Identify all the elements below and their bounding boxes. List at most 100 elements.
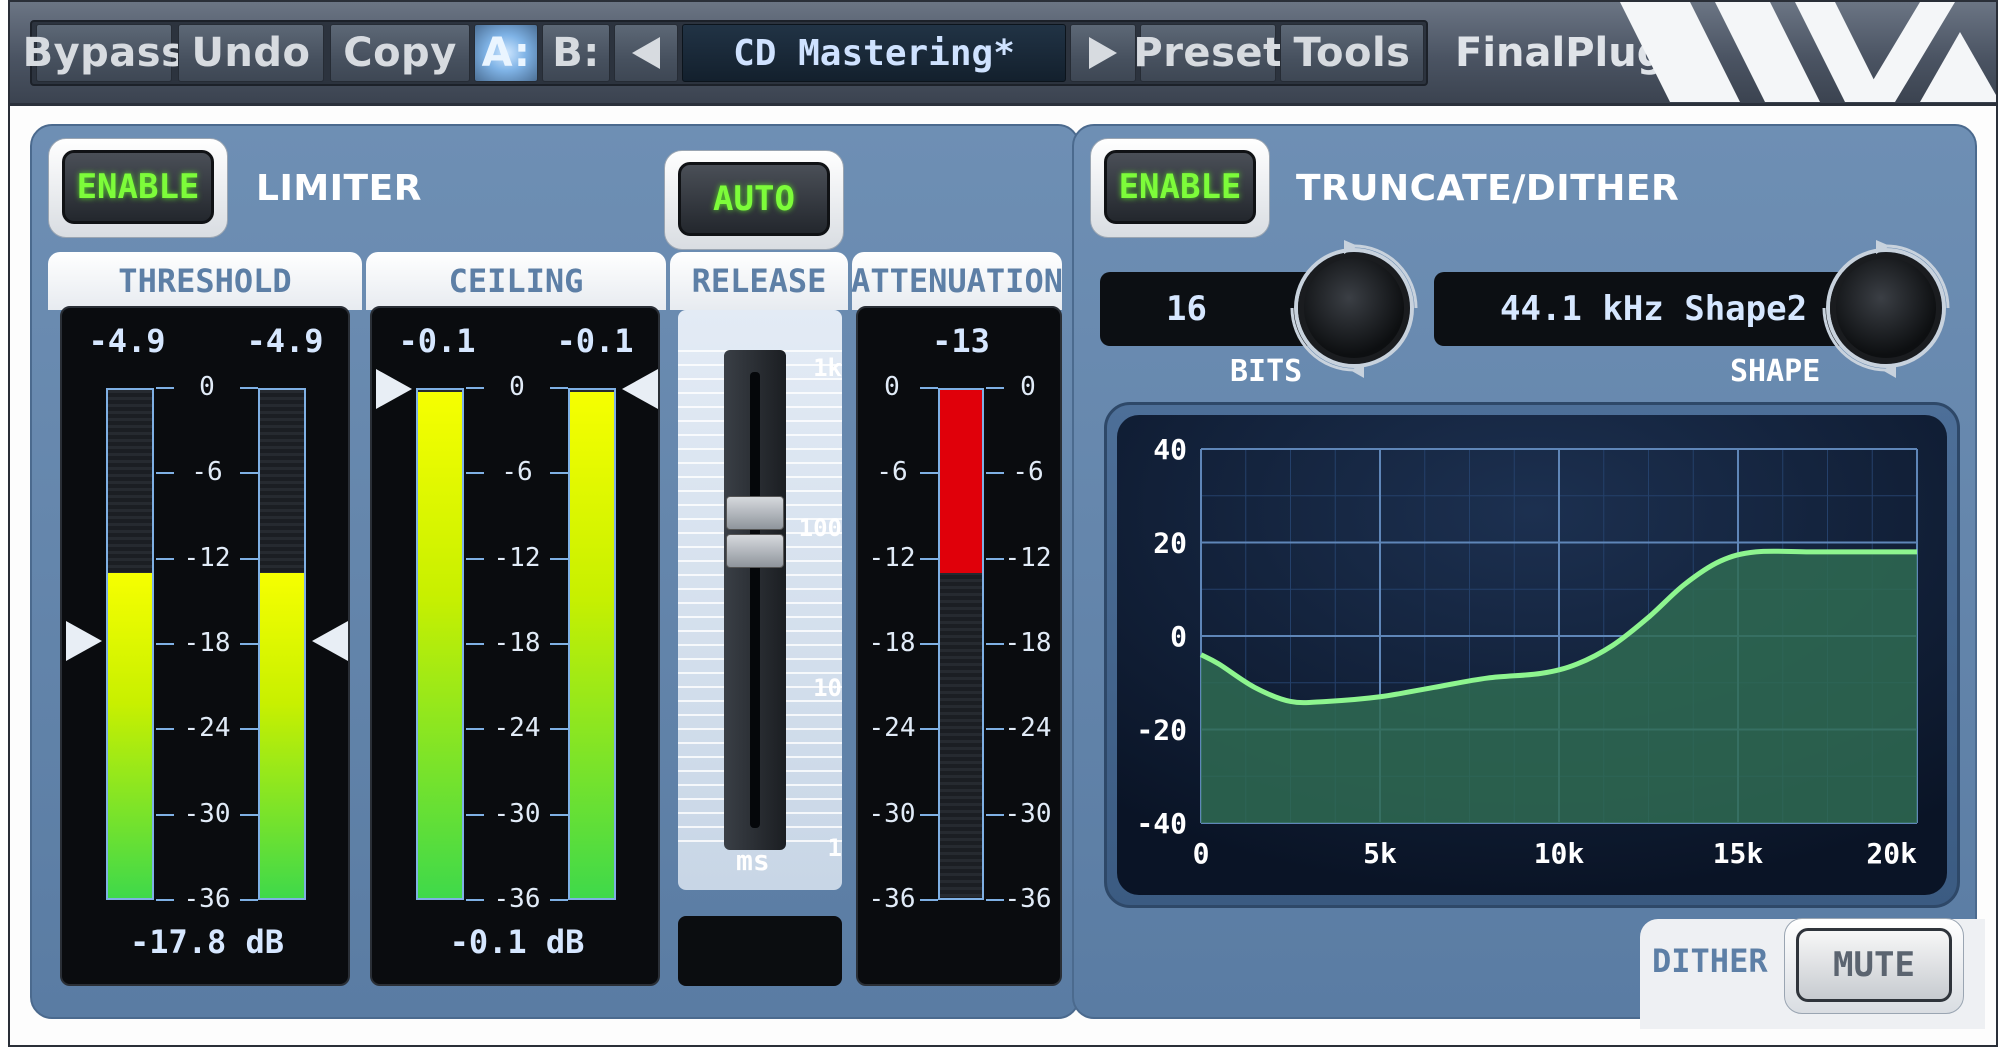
- scale-tick: [466, 728, 484, 731]
- bar-level: [418, 391, 462, 898]
- copy-button[interactable]: Copy: [330, 24, 470, 82]
- scale-tick: [550, 813, 568, 816]
- scale-tick: [920, 557, 938, 560]
- arrow-left-icon: [632, 37, 660, 69]
- scale-tick: [466, 813, 484, 816]
- scale-tick: [920, 813, 938, 816]
- release-handle[interactable]: [726, 496, 784, 570]
- preset-name-display[interactable]: CD Mastering*: [682, 24, 1066, 82]
- release-slider[interactable]: 1k 100 10 1 ms: [678, 310, 842, 890]
- scale-label: 0: [199, 372, 215, 402]
- y-tick-label: 20: [1153, 527, 1187, 560]
- scale-tick: [550, 899, 568, 901]
- release-unit: ms: [736, 844, 770, 877]
- scale-tick: [466, 643, 484, 645]
- release-scale-label: 100: [798, 514, 842, 542]
- bar-level: [108, 572, 152, 898]
- scale-tick: [156, 472, 174, 475]
- shape-label: SHAPE: [1730, 354, 1821, 389]
- auto-release-button[interactable]: AUTO: [678, 162, 830, 236]
- plugin-window: Bypass Undo Copy A: B: CD Mastering* Pre…: [8, 0, 1998, 1047]
- ceiling-marker-left-icon[interactable]: [374, 367, 414, 411]
- ab-b-button[interactable]: B:: [542, 24, 610, 82]
- attenuation-meter: -13 0 -6 -12 -18 -24 -30 -36 0 -6 -12 -18 -24 -30 -36: [856, 306, 1062, 986]
- release-scale-label: 10: [813, 674, 842, 702]
- scale-label: -18: [493, 628, 541, 658]
- scale-tick: [986, 643, 1004, 645]
- threshold-marker-right-icon[interactable]: [310, 619, 350, 663]
- scale-tick: [920, 899, 938, 901]
- scale-tick: [240, 387, 258, 389]
- scale-tick: [920, 472, 938, 475]
- scale-tick: [986, 728, 1004, 731]
- release-slot: [724, 350, 786, 850]
- scale-label: -36: [493, 884, 541, 914]
- y-tick-label: 40: [1153, 433, 1187, 466]
- scale-label: -30: [183, 798, 231, 829]
- release-value-display: [678, 916, 842, 986]
- x-tick-label: 0: [1193, 837, 1210, 870]
- ceiling-marker-right-icon[interactable]: [620, 367, 660, 411]
- scale-tick: [550, 728, 568, 731]
- scale-tick: [986, 557, 1004, 560]
- shape-display: 44.1 kHz Shape2: [1434, 272, 1874, 346]
- scale-tick: [920, 728, 938, 731]
- threshold-left-bar: [106, 388, 154, 900]
- scale-tick: [466, 387, 484, 389]
- threshold-marker-left-icon[interactable]: [64, 619, 104, 663]
- ceiling-right-readout: -0.1: [556, 322, 634, 360]
- dither-enable-button[interactable]: ENABLE: [1104, 150, 1256, 224]
- scale-label: -12: [183, 542, 231, 573]
- scale-tick: [550, 557, 568, 560]
- dither-mute-button[interactable]: MUTE: [1796, 928, 1952, 1002]
- scale-label: -6: [501, 457, 533, 488]
- ab-a-button[interactable]: A:: [474, 24, 538, 82]
- bar-level: [570, 391, 614, 898]
- bar-empty: [108, 390, 152, 573]
- scale-tick: [550, 387, 568, 389]
- handle-bottom: [726, 534, 784, 569]
- limiter-enable-button[interactable]: ENABLE: [62, 150, 214, 224]
- bits-label: BITS: [1230, 354, 1303, 389]
- scale-label: -18: [183, 628, 231, 658]
- shape-rotate-icon: [1822, 240, 1950, 378]
- scale-tick: [466, 899, 484, 901]
- threshold-meter[interactable]: -4.9 -4.9 -17.8 dB 0 -6 -12 -18 -24 -30 -36: [60, 306, 350, 986]
- preset-button[interactable]: Preset: [1133, 24, 1282, 82]
- scale-tick: [240, 728, 258, 731]
- attenuation-bar: [938, 388, 984, 900]
- ceiling-left-readout: -0.1: [398, 322, 476, 360]
- x-tick-label: 15k: [1713, 837, 1764, 870]
- tools-button[interactable]: Tools: [1280, 24, 1424, 82]
- ceiling-right-bar: [568, 388, 616, 900]
- scale-tick: [550, 472, 568, 475]
- limiter-title: LIMITER: [256, 168, 422, 209]
- ceiling-label: CEILING: [366, 252, 666, 310]
- release-label: RELEASE: [670, 252, 848, 310]
- y-tick-label: 0: [1170, 620, 1187, 653]
- scale-tick: [920, 387, 938, 389]
- scale-tick: [986, 899, 1004, 901]
- arrow-right-icon: [1089, 37, 1117, 69]
- bypass-button[interactable]: Bypass: [23, 24, 185, 82]
- bar-level: [260, 572, 304, 898]
- dither-title: TRUNCATE/DITHER: [1296, 168, 1680, 209]
- x-tick-label: 5k: [1363, 837, 1397, 870]
- undo-button[interactable]: Undo: [178, 24, 324, 82]
- scale-tick: [986, 472, 1004, 475]
- scale-label: -6: [191, 457, 223, 488]
- scale-tick: [156, 899, 174, 901]
- scale-tick: [156, 813, 174, 816]
- scale-tick: [240, 557, 258, 560]
- threshold-left-readout: -4.9: [88, 322, 166, 360]
- attenuation-label: ATTENUATION: [851, 252, 1063, 310]
- scale-tick: [986, 813, 1004, 816]
- preset-next-button[interactable]: [1070, 24, 1136, 82]
- preset-prev-button[interactable]: [614, 24, 678, 82]
- scale-tick: [156, 557, 174, 560]
- ceiling-meter[interactable]: -0.1 -0.1 -0.1 dB 0 -6 -12 -18 -24 -30 -36: [370, 306, 660, 986]
- scale-tick: [156, 643, 174, 645]
- scale-label: 0: [509, 372, 525, 402]
- scale-tick: [466, 557, 484, 560]
- attenuation-level: [940, 390, 982, 574]
